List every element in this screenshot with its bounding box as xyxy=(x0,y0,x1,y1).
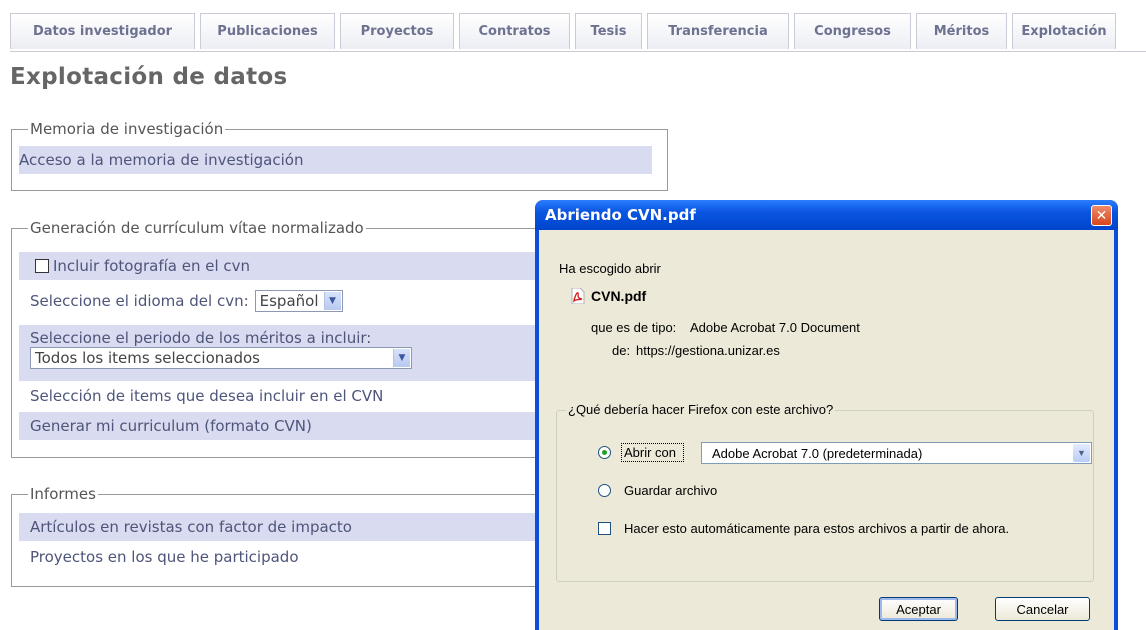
open-file-dialog: Abriendo CVN.pdf ✕ Ha escogido abrir CVN… xyxy=(535,200,1118,630)
tab-tesis[interactable]: Tesis xyxy=(575,13,642,49)
generate-cvn-label: Generar mi curriculum (formato CVN) xyxy=(30,417,312,435)
tab-congresos[interactable]: Congresos xyxy=(794,13,911,49)
language-select-value: Español xyxy=(259,292,319,310)
save-file-radio[interactable] xyxy=(598,484,611,497)
dialog-title: Abriendo CVN.pdf xyxy=(545,206,696,224)
cvn-legend: Generación de currículum vítae normaliza… xyxy=(28,219,366,237)
tab-explotacion[interactable]: Explotación xyxy=(1012,13,1116,49)
tab-bar: Datos investigador Publicaciones Proyect… xyxy=(10,13,1121,53)
tab-meritos[interactable]: Méritos xyxy=(916,13,1007,49)
action-question: ¿Qué debería hacer Firefox con este arch… xyxy=(566,402,836,417)
informes-legend: Informes xyxy=(28,485,98,503)
memoria-link-label: Acceso a la memoria de investigación xyxy=(19,151,304,169)
open-with-label[interactable]: Abrir con xyxy=(624,445,676,460)
tab-divider xyxy=(10,51,1146,52)
close-icon[interactable]: ✕ xyxy=(1091,205,1112,226)
tab-datos-investigador[interactable]: Datos investigador xyxy=(10,13,195,49)
dialog-type-value: Adobe Acrobat 7.0 Document xyxy=(690,320,860,335)
chevron-down-icon: ▼ xyxy=(393,349,410,367)
open-with-app-select[interactable]: Adobe Acrobat 7.0 (predeterminada) ▼ xyxy=(701,442,1092,464)
cancel-button[interactable]: Cancelar xyxy=(995,597,1090,621)
tab-publicaciones[interactable]: Publicaciones xyxy=(200,13,335,49)
include-photo-checkbox[interactable] xyxy=(35,259,49,273)
chevron-down-icon: ▼ xyxy=(323,292,341,310)
save-file-label[interactable]: Guardar archivo xyxy=(624,483,717,498)
dialog-body: Ha escogido abrir CVN.pdf que es de tipo… xyxy=(539,230,1114,630)
select-items-label: Selección de items que desea incluir en … xyxy=(30,387,384,405)
period-label: Seleccione el periodo de los méritos a i… xyxy=(30,329,372,347)
tab-transferencia[interactable]: Transferencia xyxy=(647,13,789,49)
period-select[interactable]: Todos los items seleccionados ▼ xyxy=(30,347,412,369)
language-label: Seleccione el idioma del cvn: xyxy=(30,292,249,310)
tab-proyectos[interactable]: Proyectos xyxy=(340,13,454,49)
page-title: Explotación de datos xyxy=(10,64,288,90)
pdf-file-icon xyxy=(571,288,585,304)
chevron-down-icon: ▼ xyxy=(1073,444,1090,462)
dialog-from-label: de: xyxy=(612,343,631,358)
dialog-file-name: CVN.pdf xyxy=(591,288,647,304)
language-select[interactable]: Español ▼ xyxy=(254,290,343,312)
dialog-titlebar[interactable]: Abriendo CVN.pdf ✕ xyxy=(535,200,1118,230)
dialog-intro: Ha escogido abrir xyxy=(559,261,661,276)
auto-label[interactable]: Hacer esto automáticamente para estos ar… xyxy=(624,521,1009,536)
auto-checkbox[interactable] xyxy=(598,522,611,535)
informe-proyectos-label: Proyectos en los que he participado xyxy=(30,548,299,566)
period-select-value: Todos los items seleccionados xyxy=(35,349,260,367)
memoria-legend: Memoria de investigación xyxy=(28,120,226,138)
open-with-app-value: Adobe Acrobat 7.0 (predeterminada) xyxy=(712,446,923,461)
tab-contratos[interactable]: Contratos xyxy=(459,13,570,49)
dialog-type-label: que es de tipo: xyxy=(591,320,677,335)
open-with-radio[interactable] xyxy=(598,446,611,459)
include-photo-label: Incluir fotografía en el cvn xyxy=(53,257,251,275)
accept-button[interactable]: Aceptar xyxy=(879,597,958,621)
informe-articulos-label: Artículos en revistas con factor de impa… xyxy=(30,518,352,536)
memoria-link[interactable]: Acceso a la memoria de investigación xyxy=(19,146,652,174)
dialog-from-value: https://gestiona.unizar.es xyxy=(636,343,780,358)
